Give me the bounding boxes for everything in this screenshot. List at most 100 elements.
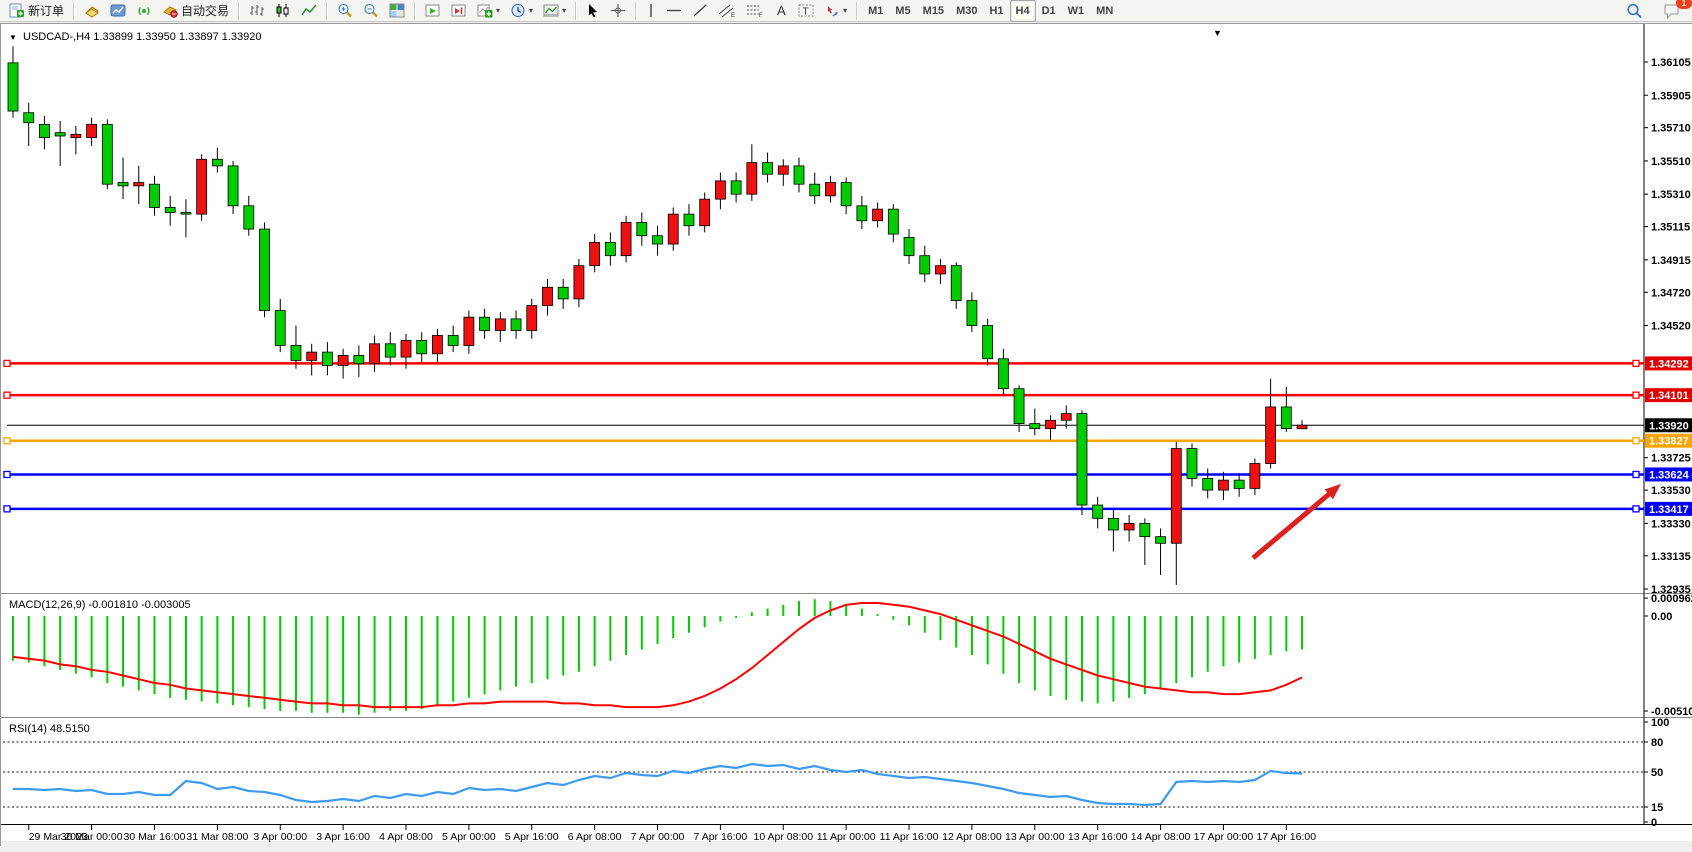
- svg-text:4 Apr 08:00: 4 Apr 08:00: [379, 831, 433, 843]
- svg-text:0: 0: [1651, 817, 1657, 829]
- line-handle[interactable]: [1633, 360, 1639, 366]
- vertical-line-button[interactable]: [641, 0, 661, 22]
- line-handle[interactable]: [1633, 438, 1639, 444]
- clock-icon: [510, 3, 526, 18]
- tile-windows-button[interactable]: [384, 0, 410, 22]
- svg-text:17 Apr 16:00: 17 Apr 16:00: [1257, 831, 1317, 843]
- svg-text:11 Apr 16:00: 11 Apr 16:00: [880, 831, 939, 843]
- svg-text:13 Apr 16:00: 13 Apr 16:00: [1068, 831, 1128, 843]
- period-h4-button[interactable]: H4: [1010, 0, 1036, 22]
- signal-button[interactable]: [131, 0, 157, 22]
- period-mn-button[interactable]: MN: [1090, 0, 1119, 22]
- fibonacci-button[interactable]: F: [741, 0, 769, 22]
- rsi-label: RSI(14) 48.5150: [9, 723, 90, 735]
- svg-text:1.34720: 1.34720: [1651, 287, 1691, 299]
- trendline-button[interactable]: [687, 0, 713, 22]
- text-button[interactable]: A: [769, 0, 793, 22]
- svg-text:1.35115: 1.35115: [1651, 222, 1690, 234]
- svg-text:3 Apr 16:00: 3 Apr 16:00: [316, 831, 370, 843]
- template-icon: [543, 3, 559, 18]
- toolbar-separator: [326, 2, 328, 20]
- period-m1-label: M1: [868, 5, 883, 17]
- signal-icon: [136, 3, 152, 18]
- arrow-objects-button[interactable]: ▾: [819, 0, 852, 22]
- search-button[interactable]: [1621, 0, 1648, 22]
- period-m30-button[interactable]: M30: [950, 0, 983, 22]
- line-handle[interactable]: [1633, 506, 1639, 512]
- profile-chart-button[interactable]: [105, 0, 131, 22]
- profile-chart-icon: [110, 3, 126, 18]
- notifications-button[interactable]: 1: [1658, 0, 1686, 22]
- template-button[interactable]: ▾: [538, 0, 571, 22]
- gold-archive-button[interactable]: [79, 0, 105, 22]
- add-indicator-button[interactable]: ▾: [472, 0, 505, 22]
- svg-text:7 Apr 16:00: 7 Apr 16:00: [694, 831, 748, 843]
- toolbar-separator: [414, 2, 416, 20]
- period-w1-button[interactable]: W1: [1062, 0, 1091, 22]
- toolbar-separator: [73, 2, 75, 20]
- period-m30-label: M30: [956, 5, 977, 17]
- chevron-down-icon: ▾: [496, 6, 500, 15]
- text-label-icon: T: [798, 3, 814, 18]
- svg-text:13 Apr 00:00: 13 Apr 00:00: [1005, 831, 1065, 843]
- svg-text:3 Apr 00:00: 3 Apr 00:00: [253, 831, 307, 843]
- svg-text:1.34915: 1.34915: [1651, 255, 1691, 267]
- candle-chart-button[interactable]: [270, 0, 296, 22]
- zoom-in-icon: [337, 3, 353, 18]
- chart-title: ▼USDCAD-,H4 1.33899 1.33950 1.33897 1.33…: [9, 31, 262, 43]
- clock-button[interactable]: ▾: [505, 0, 538, 22]
- text-label-button[interactable]: T: [793, 0, 819, 22]
- chart-window[interactable]: 1.361051.359051.357101.355101.353101.351…: [0, 23, 1692, 846]
- period-m5-button[interactable]: M5: [889, 0, 916, 22]
- svg-text:30 Mar 00:00: 30 Mar 00:00: [61, 831, 123, 843]
- svg-text:7 Apr 00:00: 7 Apr 00:00: [631, 831, 685, 843]
- period-m1-button[interactable]: M1: [862, 0, 889, 22]
- chart-end-icon: [451, 3, 467, 18]
- svg-text:1.34520: 1.34520: [1651, 321, 1691, 333]
- toolbar-separator: [635, 2, 637, 20]
- line-handle[interactable]: [1633, 471, 1639, 477]
- line-chart-button[interactable]: [296, 0, 322, 22]
- line-handle[interactable]: [4, 471, 10, 477]
- svg-text:1.33624: 1.33624: [1649, 469, 1690, 481]
- price-chart[interactable]: 1.361051.359051.357101.355101.353101.351…: [1, 24, 1692, 847]
- zoom-out-button[interactable]: [358, 0, 384, 22]
- bar-chart-button[interactable]: [244, 0, 270, 22]
- period-d1-button[interactable]: D1: [1036, 0, 1062, 22]
- equidistant-channel-icon: E: [718, 3, 736, 18]
- equidistant-channel-button[interactable]: E: [713, 0, 741, 22]
- line-handle[interactable]: [4, 392, 10, 398]
- period-h1-label: H1: [989, 5, 1003, 17]
- chart-forward-icon: [425, 3, 441, 18]
- add-indicator-icon: [477, 3, 493, 18]
- line-handle[interactable]: [4, 506, 10, 512]
- autotrade-label: 自动交易: [181, 2, 229, 19]
- svg-text:80: 80: [1651, 737, 1663, 749]
- chart-shift-marker[interactable]: ▼: [1213, 28, 1222, 38]
- new-order-button[interactable]: 新订单: [4, 0, 69, 22]
- period-h1-button[interactable]: H1: [983, 0, 1009, 22]
- line-handle[interactable]: [1633, 392, 1639, 398]
- cursor-button[interactable]: [581, 0, 605, 22]
- svg-text:14 Apr 08:00: 14 Apr 08:00: [1131, 831, 1191, 843]
- svg-text:A: A: [777, 3, 786, 18]
- crosshair-button[interactable]: [605, 0, 631, 22]
- period-mn-label: MN: [1096, 5, 1113, 17]
- chart-forward-button[interactable]: [420, 0, 446, 22]
- new-order-label: 新订单: [28, 2, 64, 19]
- chart-end-button[interactable]: [446, 0, 472, 22]
- svg-text:10 Apr 08:00: 10 Apr 08:00: [753, 831, 813, 843]
- horizontal-line-button[interactable]: [661, 0, 687, 22]
- line-chart-icon: [301, 3, 317, 18]
- autotrade-button[interactable]: 自动交易: [157, 0, 234, 22]
- zoom-out-icon: [363, 3, 379, 18]
- new-order-icon: [9, 3, 25, 18]
- line-handle[interactable]: [4, 360, 10, 366]
- svg-text:1.33135: 1.33135: [1651, 551, 1691, 563]
- zoom-in-button[interactable]: [332, 0, 358, 22]
- search-icon: [1626, 3, 1643, 19]
- line-handle[interactable]: [4, 438, 10, 444]
- period-m15-label: M15: [923, 5, 944, 17]
- chevron-down-icon: ▾: [843, 6, 847, 15]
- period-m15-button[interactable]: M15: [917, 0, 950, 22]
